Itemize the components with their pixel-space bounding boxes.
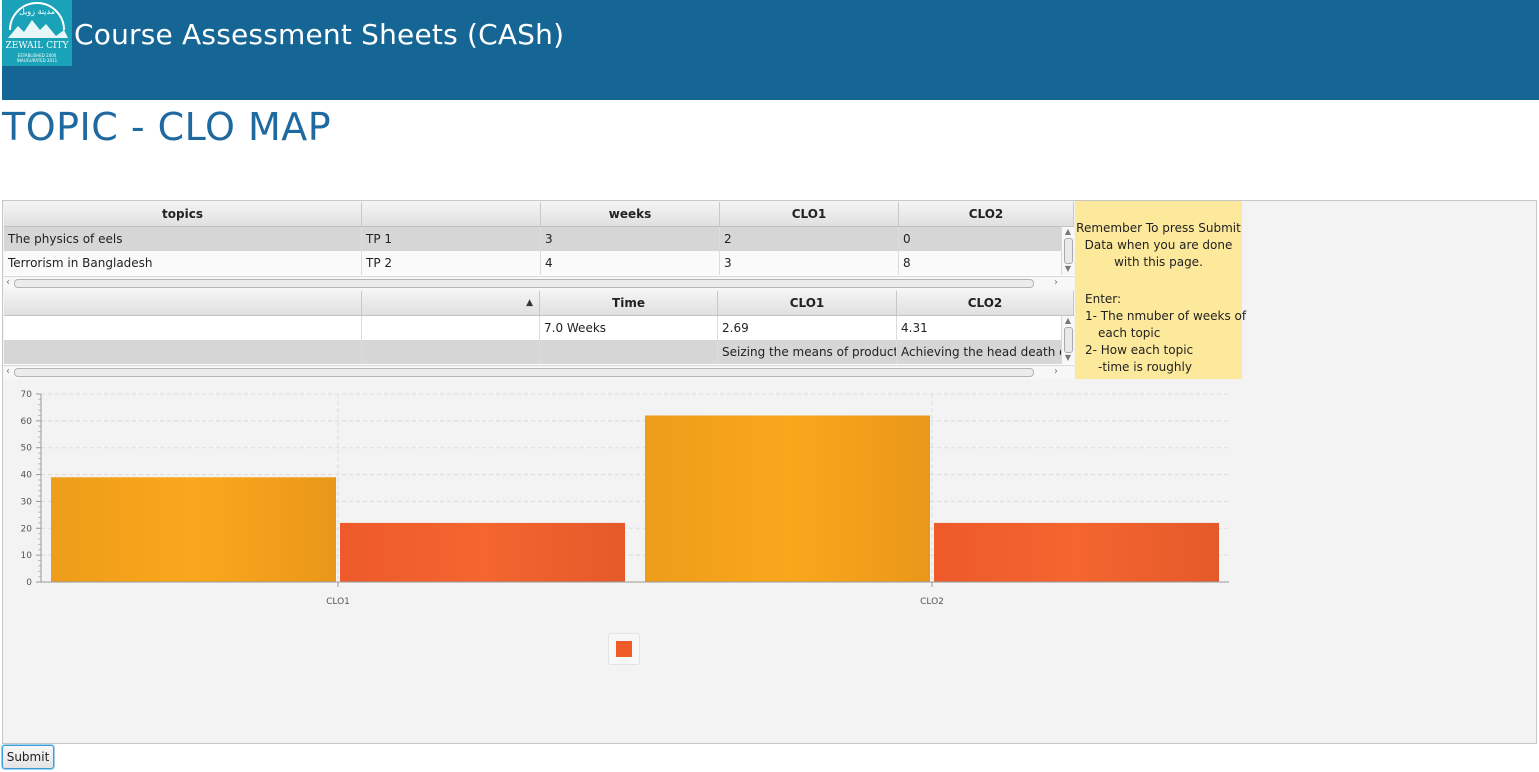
table-row[interactable]: The physics of eels TP 1 3 2 0 — [4, 227, 1062, 251]
scroll-down-icon[interactable]: ▼ — [1062, 353, 1074, 362]
table-row[interactable]: 7.0 Weeks 2.69 4.31 — [4, 316, 1062, 340]
scroll-left-icon[interactable]: ‹ — [6, 366, 10, 378]
scroll-thumb[interactable] — [1064, 327, 1073, 353]
cell-clo2[interactable]: 0 — [899, 227, 1062, 251]
cell-tp[interactable]: TP 2 — [362, 251, 541, 275]
cell-weeks[interactable]: 4 — [541, 251, 720, 275]
cell-blank[interactable] — [4, 340, 362, 364]
scroll-thumb[interactable] — [14, 368, 1034, 377]
app-title: Course Assessment Sheets (CASh) — [74, 18, 565, 51]
y-tick-label: 60 — [21, 417, 33, 427]
zewail-city-logo: مدينة زويل ZEWAIL CITY ESTABLISHED 2000 … — [2, 0, 72, 66]
cell-clo2[interactable]: 4.31 — [897, 316, 1062, 340]
note-item: 2- How each topic — [1085, 343, 1194, 357]
note-item: -time is roughly — [1098, 360, 1192, 374]
note-line: Data when you are done — [1084, 238, 1233, 252]
y-tick-label: 50 — [21, 444, 33, 454]
vertical-scrollbar[interactable]: ▲ ▼ — [1061, 227, 1074, 275]
column-header-blank[interactable] — [362, 202, 541, 226]
scroll-up-icon[interactable]: ▲ — [1062, 316, 1074, 325]
note-enter-label: Enter: — [1085, 292, 1122, 306]
cell-blank[interactable] — [362, 340, 540, 364]
note-item: 1- The nmuber of weeks of — [1085, 309, 1247, 323]
vertical-scrollbar[interactable]: ▲ ▼ — [1061, 316, 1074, 364]
cell-weeks[interactable]: 3 — [541, 227, 720, 251]
cell-blank[interactable] — [540, 340, 718, 364]
cell-tp[interactable]: TP 1 — [362, 227, 541, 251]
y-tick-label: 10 — [21, 551, 33, 561]
submit-button[interactable]: Submit — [2, 745, 54, 769]
y-tick-label: 20 — [21, 524, 33, 534]
y-tick-label: 70 — [21, 390, 33, 400]
cell-clo1[interactable]: 2 — [720, 227, 899, 251]
y-tick-label: 0 — [26, 578, 32, 588]
clo-bar-chart: 0 10 20 30 40 50 60 70 CLO1 CLO2 — [21, 390, 1229, 607]
horizontal-scrollbar[interactable]: ‹ › — [4, 365, 1074, 379]
app-header: مدينة زويل ZEWAIL CITY ESTABLISHED 2000 … — [2, 0, 1539, 100]
legend-swatch — [616, 641, 632, 657]
cell-clo1[interactable]: 3 — [720, 251, 899, 275]
svg-text:ZEWAIL CITY: ZEWAIL CITY — [6, 41, 70, 51]
scroll-right-icon[interactable]: › — [1054, 366, 1058, 378]
cell-clo2-description[interactable]: Achieving the head death of t... — [897, 340, 1062, 364]
column-header-time[interactable]: Time — [540, 291, 718, 315]
cell-topic[interactable]: The physics of eels — [4, 227, 362, 251]
svg-text:مدينة زويل: مدينة زويل — [19, 7, 55, 16]
column-header-blank[interactable] — [4, 291, 362, 315]
note-line: Remember To press Submit — [1076, 221, 1241, 235]
chart-legend — [608, 633, 640, 665]
horizontal-scrollbar[interactable]: ‹ › — [4, 276, 1074, 290]
y-tick-label: 40 — [21, 471, 33, 481]
content-panel: topics weeks CLO1 CLO2 The physics of ee… — [2, 200, 1537, 744]
cell-clo1[interactable]: 2.69 — [718, 316, 897, 340]
note-item: each topic — [1098, 326, 1161, 340]
topics-table[interactable]: topics weeks CLO1 CLO2 The physics of ee… — [4, 202, 1074, 290]
sort-ascending-icon[interactable]: ▲ — [526, 291, 533, 315]
scroll-thumb[interactable] — [14, 279, 1034, 288]
column-header-topics[interactable]: topics — [4, 202, 362, 226]
cell-blank[interactable] — [362, 316, 540, 340]
scroll-thumb[interactable] — [1064, 238, 1073, 264]
cell-topic[interactable]: Terrorism in Bangladesh — [4, 251, 362, 275]
bar — [340, 522, 625, 582]
topics-table-header: topics weeks CLO1 CLO2 — [4, 202, 1074, 227]
bar — [51, 477, 336, 582]
column-header-clo2[interactable]: CLO2 — [899, 202, 1074, 226]
column-header-clo2[interactable]: CLO2 — [897, 291, 1074, 315]
cell-clo1-description[interactable]: Seizing the means of production — [718, 340, 897, 364]
column-header-sorted[interactable]: ▲ — [362, 291, 540, 315]
x-tick-label: CLO1 — [326, 597, 350, 607]
column-header-weeks[interactable]: weeks — [541, 202, 720, 226]
cell-blank[interactable] — [4, 316, 362, 340]
bar — [645, 415, 930, 582]
instruction-note: Remember To press Submit Data when you a… — [1075, 201, 1246, 379]
scroll-left-icon[interactable]: ‹ — [6, 277, 10, 289]
cell-time[interactable]: 7.0 Weeks — [540, 316, 718, 340]
summary-table-header: ▲ Time CLO1 CLO2 — [4, 291, 1074, 316]
summary-table[interactable]: ▲ Time CLO1 CLO2 7.0 Weeks 2.69 4.31 Sei… — [4, 291, 1074, 379]
table-row[interactable]: Seizing the means of production Achievin… — [4, 340, 1062, 364]
note-line: with this page. — [1114, 255, 1203, 269]
cell-clo2[interactable]: 8 — [899, 251, 1062, 275]
x-tick-label: CLO2 — [920, 597, 944, 607]
column-header-clo1[interactable]: CLO1 — [720, 202, 899, 226]
column-header-clo1[interactable]: CLO1 — [718, 291, 897, 315]
page-title: TOPIC - CLO MAP — [2, 105, 332, 149]
scroll-right-icon[interactable]: › — [1054, 277, 1058, 289]
y-tick-label: 30 — [21, 497, 33, 507]
note-reminder: Remember To press Submit Data when you a… — [1075, 220, 1242, 271]
scroll-down-icon[interactable]: ▼ — [1062, 264, 1074, 273]
svg-text:INAUGURATED 2011: INAUGURATED 2011 — [17, 58, 58, 63]
scroll-up-icon[interactable]: ▲ — [1062, 227, 1074, 236]
bar — [934, 522, 1219, 582]
table-row[interactable]: Terrorism in Bangladesh TP 2 4 3 8 — [4, 251, 1062, 275]
